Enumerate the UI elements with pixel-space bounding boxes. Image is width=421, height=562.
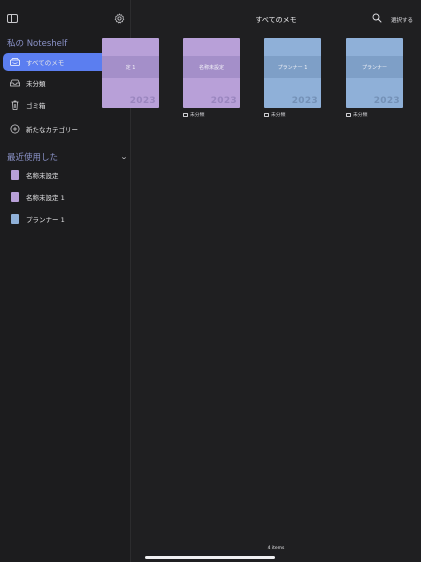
- notebook-year: 2023: [129, 96, 156, 106]
- sidebar-item-label: 未分類: [26, 80, 46, 88]
- sidebar-item-label: 新たなカテゴリー: [26, 126, 78, 134]
- sidebar-item-label: ゴミ箱: [26, 102, 46, 110]
- notebook-title: 定 1: [102, 56, 159, 78]
- note-stack-icon: [10, 57, 20, 67]
- sidebar-item-label: すべてのメモ: [26, 59, 65, 67]
- recent-item-label: 名称未設定: [26, 172, 59, 180]
- recent-item-label: 名称未設定 1: [26, 194, 65, 202]
- chevron-down-icon[interactable]: ⌄: [120, 153, 128, 161]
- trash-icon: [10, 100, 20, 110]
- category-label: 未分類: [190, 113, 205, 118]
- notebook-card[interactable]: 定 1 2023: [102, 38, 159, 108]
- notebook-thumbnail-icon: [11, 192, 19, 202]
- notebook-year: 2023: [373, 96, 400, 106]
- folder-icon: [346, 112, 351, 117]
- tray-icon: [10, 78, 20, 88]
- notebook-card[interactable]: プランナー 1 2023: [264, 38, 321, 108]
- home-indicator[interactable]: [145, 556, 275, 559]
- folder-icon: [183, 112, 188, 117]
- items-count: 4 items: [267, 546, 285, 551]
- recent-item[interactable]: プランナー 1: [11, 214, 65, 224]
- notebook-title: 名称未設定: [183, 56, 240, 78]
- search-icon[interactable]: [372, 13, 382, 23]
- notebook-category: 未分類: [264, 111, 285, 118]
- plus-circle-icon: [10, 124, 20, 134]
- section-title: 最近使用した: [7, 153, 59, 163]
- folder-icon: [264, 112, 269, 117]
- recent-header[interactable]: 最近使用した ⌄: [7, 151, 128, 163]
- notebook-category: 未分類: [183, 111, 204, 118]
- category-label: 未分類: [353, 113, 368, 118]
- notebook-title: プランナー: [346, 56, 403, 78]
- sidebar-item-new-category[interactable]: 新たなカテゴリー: [3, 120, 128, 138]
- notebook-year: 2023: [210, 96, 237, 106]
- notebook-year: 2023: [291, 96, 318, 106]
- recent-item[interactable]: 名称未設定: [11, 170, 59, 180]
- section-title: 私の Noteshelf: [7, 39, 68, 49]
- notebook-card[interactable]: 名称未設定 2023: [183, 38, 240, 108]
- select-button[interactable]: 選択する: [391, 16, 413, 24]
- recent-item[interactable]: 名称未設定 1: [11, 192, 65, 202]
- category-label: 未分類: [271, 113, 286, 118]
- notebook-title: プランナー 1: [264, 56, 321, 78]
- main-area: すべてのメモ 選択する 定 1 2023 名称未設定 2023 未分類 プランナ…: [102, 0, 421, 562]
- notebook-thumbnail-icon: [11, 170, 19, 180]
- gear-icon[interactable]: [114, 13, 125, 24]
- recent-item-label: プランナー 1: [26, 216, 65, 224]
- notebook-card[interactable]: プランナー 2023: [346, 38, 403, 108]
- notebook-thumbnail-icon: [11, 214, 19, 224]
- sidebar-toggle-icon[interactable]: [7, 14, 18, 23]
- notebook-category: 未分類: [346, 111, 367, 118]
